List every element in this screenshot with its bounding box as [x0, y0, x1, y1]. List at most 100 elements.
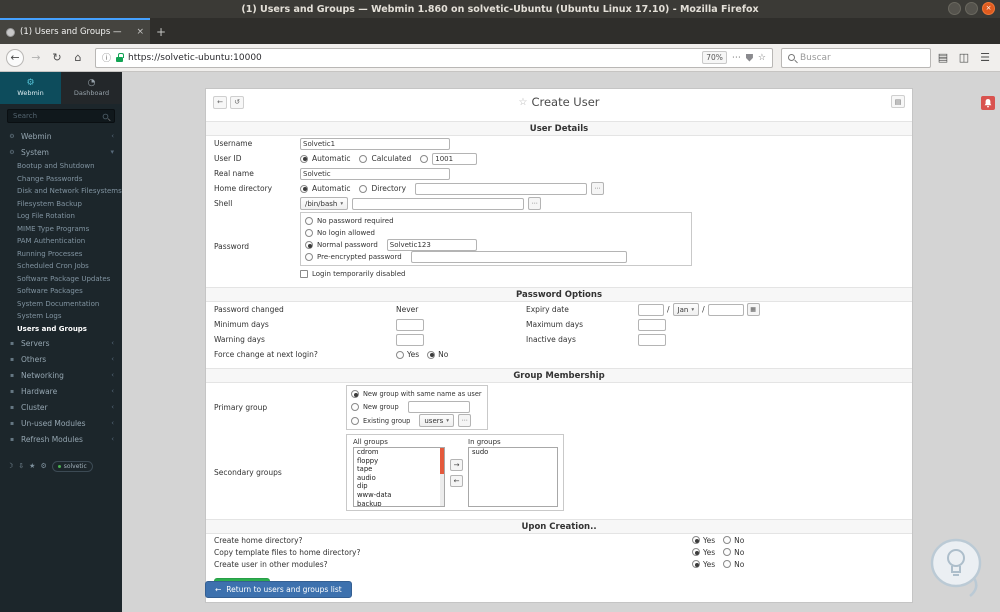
sidebar-subitem[interactable]: System Logs	[0, 310, 122, 323]
shell-other-input[interactable]	[352, 197, 525, 210]
shell-select[interactable]: /bin/bash ▾	[300, 197, 349, 210]
warning-days-input[interactable]	[396, 333, 424, 346]
expiry-year-input[interactable]	[707, 303, 744, 316]
userid-calculated-radio[interactable]	[359, 154, 368, 163]
expiry-month-select[interactable]: Jan ▾	[672, 303, 700, 316]
login-disabled-checkbox[interactable]	[300, 270, 308, 278]
username-input[interactable]	[300, 137, 450, 150]
group-option[interactable]: www-data	[354, 491, 444, 500]
no-radio[interactable]	[723, 548, 732, 556]
sidebar-subitem[interactable]: Software Package Updates	[0, 273, 122, 286]
preencrypted-password-input[interactable]	[410, 251, 627, 263]
preencrypted-password-radio[interactable]	[305, 253, 313, 261]
settings-icon[interactable]: ⚙	[40, 462, 46, 470]
sidebar-tab-dashboard[interactable]: ◔ Dashboard	[61, 72, 122, 104]
no-radio[interactable]	[723, 536, 732, 544]
sidebar-subitem[interactable]: Filesystem Backup	[0, 198, 122, 211]
url-text[interactable]: https://solvetic-ubuntu:10000	[128, 53, 697, 63]
no-login-radio[interactable]	[305, 229, 313, 237]
group-option[interactable]: tape	[354, 465, 444, 474]
existing-group-radio[interactable]	[351, 416, 359, 425]
download-icon[interactable]: ⇩	[18, 462, 24, 470]
yes-radio[interactable]	[692, 548, 700, 556]
page-actions-icon[interactable]: ⋯	[732, 53, 741, 63]
sidebar-item[interactable]: ▪ Hardware ‹	[0, 383, 122, 399]
group-option[interactable]: dip	[354, 482, 444, 491]
no-radio[interactable]	[723, 560, 732, 568]
reload-button[interactable]: ↻	[48, 49, 66, 67]
all-groups-list[interactable]: cdrom floppy tape audio dip www-data bac…	[353, 447, 445, 507]
maximum-days-input[interactable]	[638, 318, 666, 331]
browser-tab[interactable]: (1) Users and Groups — ×	[0, 18, 150, 44]
in-groups-list[interactable]: sudo	[468, 447, 558, 507]
userid-automatic-radio[interactable]	[300, 154, 308, 163]
sidebar-subitem[interactable]: Disk and Network Filesystems	[0, 185, 122, 198]
forward-button[interactable]: →	[27, 49, 45, 67]
site-info-icon[interactable]: ⓘ	[102, 51, 111, 64]
sidebar-item-webmin[interactable]: ⚙ Webmin ‹	[0, 128, 122, 144]
scrollbar-thumb[interactable]	[440, 448, 444, 474]
panel-options-button[interactable]: ▤	[891, 95, 905, 108]
homedir-input[interactable]	[415, 182, 588, 195]
force-change-no-radio[interactable]	[427, 350, 436, 359]
group-option[interactable]: cdrom	[354, 448, 444, 457]
sidebar-subitem[interactable]: Change Passwords	[0, 173, 122, 186]
night-mode-icon[interactable]: ☽	[7, 462, 13, 470]
yes-radio[interactable]	[692, 560, 700, 568]
minimum-days-input[interactable]	[396, 318, 424, 331]
calendar-button[interactable]: ▦	[746, 303, 760, 316]
group-chooser-button[interactable]: ⋯	[458, 414, 472, 427]
back-button[interactable]: ←	[6, 48, 24, 67]
existing-group-select[interactable]: users ▾	[419, 414, 455, 427]
new-group-radio[interactable]	[351, 403, 359, 411]
notification-bell-badge[interactable]	[981, 96, 995, 110]
group-option[interactable]: audio	[354, 474, 444, 483]
sidebar-item[interactable]: ▪ Un-used Modules ‹	[0, 415, 122, 431]
sidebar-item[interactable]: ▪ Refresh Modules ‹	[0, 431, 122, 447]
menu-button[interactable]: ☰	[976, 49, 994, 67]
bookmark-star-icon[interactable]: ☆	[758, 53, 766, 63]
browser-search-bar[interactable]: Buscar	[781, 47, 931, 68]
sidebar-tab-webmin[interactable]: ⚙ Webmin	[0, 72, 61, 104]
module-refresh-button[interactable]: ↺	[230, 95, 244, 109]
zoom-indicator[interactable]: 70%	[702, 51, 727, 64]
sidebar-item-users-and-groups[interactable]: Users and Groups	[0, 323, 122, 336]
group-option[interactable]: backup	[354, 500, 444, 506]
sidebar-subitem[interactable]: PAM Authentication	[0, 235, 122, 248]
shell-chooser-button[interactable]: ⋯	[528, 197, 542, 210]
new-group-same-name-radio[interactable]	[351, 390, 359, 398]
sidebar-item[interactable]: ▪ Servers ‹	[0, 335, 122, 351]
sidebar-item-system[interactable]: ⚙ System ▾	[0, 144, 122, 160]
add-group-button[interactable]: →	[450, 458, 463, 471]
force-change-yes-radio[interactable]	[396, 350, 404, 359]
normal-password-input[interactable]	[386, 239, 477, 251]
window-maximize-button[interactable]	[965, 2, 978, 15]
window-minimize-button[interactable]	[948, 2, 961, 15]
sidebar-item[interactable]: ▪ Cluster ‹	[0, 399, 122, 415]
new-group-input[interactable]	[407, 401, 470, 413]
remove-group-button[interactable]: ←	[450, 474, 463, 487]
group-option[interactable]: sudo	[469, 448, 557, 457]
library-button[interactable]: ▤	[934, 49, 952, 67]
userid-manual-radio[interactable]	[420, 154, 429, 163]
sidebar-subitem[interactable]: Bootup and Shutdown	[0, 160, 122, 173]
favorites-icon[interactable]: ★	[29, 462, 35, 470]
no-password-radio[interactable]	[305, 217, 313, 225]
sidebar-subitem[interactable]: Scheduled Cron Jobs	[0, 260, 122, 273]
normal-password-radio[interactable]	[305, 241, 313, 249]
sidebar-item[interactable]: ▪ Networking ‹	[0, 367, 122, 383]
window-close-button[interactable]: ×	[982, 2, 995, 15]
return-button[interactable]: ← Return to users and groups list	[205, 581, 352, 598]
sidebar-subitem[interactable]: System Documentation	[0, 298, 122, 311]
logged-user-badge[interactable]: solvetic	[51, 460, 93, 472]
expiry-day-input[interactable]	[638, 303, 664, 316]
inactive-days-input[interactable]	[638, 333, 666, 346]
sidebar-subitem[interactable]: MIME Type Programs	[0, 223, 122, 236]
file-chooser-button[interactable]: ⋯	[591, 182, 605, 195]
sidebar-item[interactable]: ▪ Others ‹	[0, 351, 122, 367]
sidebar-subitem[interactable]: Running Processes	[0, 248, 122, 261]
homedir-automatic-radio[interactable]	[300, 184, 308, 193]
new-tab-button[interactable]: +	[150, 20, 172, 44]
group-option[interactable]: floppy	[354, 457, 444, 466]
url-bar[interactable]: ⓘ https://solvetic-ubuntu:10000 70% ⋯ ☆	[95, 47, 773, 68]
